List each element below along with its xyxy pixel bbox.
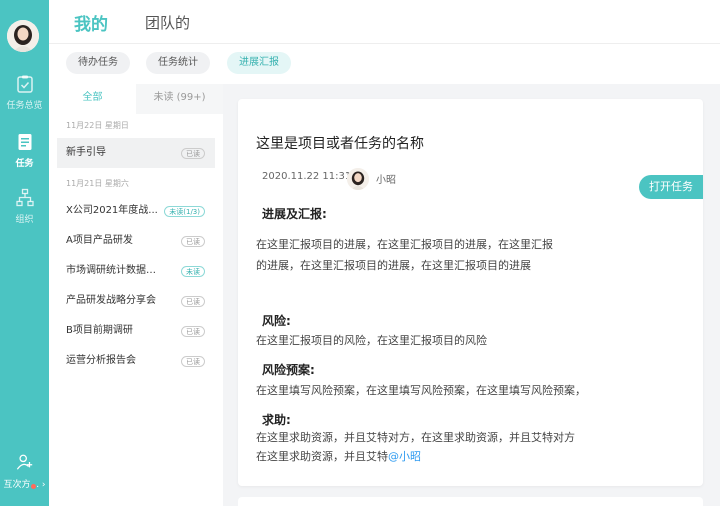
list-filter-tabs: 全部 未读 (99+) <box>49 84 223 114</box>
notification-dot <box>31 484 36 489</box>
progress-line: 的进展，在这里汇报项目的进展，在这里汇报项目的进展 <box>256 259 531 272</box>
nav-item-label: 组织 <box>15 215 34 225</box>
list-item[interactable]: X公司2021年度战... 未读(1/3) <box>49 196 223 226</box>
risk-heading: 风险: <box>262 314 291 328</box>
list-item[interactable]: 市场调研统计数据分析... 未读 <box>49 256 223 286</box>
help-text: 在这里求助资源，并且艾特对方，在这里求助资源，并且艾特对方 在这里求助资源，并且… <box>256 428 676 466</box>
list-item-title: 市场调研统计数据分析... <box>66 265 158 276</box>
subtab-statistics[interactable]: 任务统计 <box>146 52 210 74</box>
avatar-portrait-icon <box>7 20 39 52</box>
list-item[interactable]: A项目产品研发 已读 <box>49 226 223 256</box>
progress-heading: 进展及汇报: <box>262 207 327 221</box>
help-line: 在这里求助资源，并且艾特 <box>256 450 388 463</box>
sub-tab-bar: 待办任务 任务统计 进展汇报 <box>49 44 720 84</box>
list-item-title: B项目前期调研 <box>66 325 133 336</box>
list-item-title: 运营分析报告会 <box>66 355 136 366</box>
list-item[interactable]: 产品研发战略分享会 已读 <box>49 286 223 316</box>
risk-text: 在这里汇报项目的风险，在这里汇报项目的风险 <box>256 334 487 347</box>
nav-item-label: 任务总览 <box>6 101 43 111</box>
list-item[interactable]: 运营分析报告会 已读 <box>49 346 223 376</box>
nav-item-organization[interactable]: 组织 <box>0 188 49 225</box>
user-avatar[interactable] <box>7 20 39 52</box>
date-group-header: 11月21日 星期六 <box>66 179 129 188</box>
list-item[interactable]: B项目前期调研 已读 <box>49 316 223 346</box>
report-datetime: 2020.11.22 11:31 <box>262 171 352 182</box>
list-item[interactable]: 新手引导 已读 <box>57 138 215 168</box>
report-list-panel: 全部 未读 (99+) 11月22日 星期日 新手引导 已读 11月21日 星期… <box>49 84 223 506</box>
open-task-button[interactable]: 打开任务 <box>639 175 703 199</box>
help-line: 在这里求助资源，并且艾特对方，在这里求助资源，并且艾特对方 <box>256 431 575 444</box>
report-author: 小昭 <box>376 175 396 186</box>
list-item-title: A项目产品研发 <box>66 235 133 246</box>
tab-team[interactable]: 团队的 <box>145 12 190 33</box>
left-nav-rail: 任务总览 任务 组织 互次方... › <box>0 0 49 506</box>
nav-item-tasks[interactable]: 任务 <box>0 132 49 169</box>
progress-text: 在这里汇报项目的进展，在这里汇报项目的进展，在这里汇报 的进展，在这里汇报项目的… <box>256 234 676 276</box>
date-group-header: 11月22日 星期日 <box>66 121 129 130</box>
avatar-portrait-icon <box>347 168 369 190</box>
read-status-badge: 已读 <box>181 148 205 159</box>
clipboard-check-icon <box>16 75 33 93</box>
list-item-title: X公司2021年度战... <box>66 205 158 216</box>
report-title: 这里是项目或者任务的名称 <box>256 136 424 152</box>
add-user-icon <box>16 454 32 470</box>
report-detail-card: 这里是项目或者任务的名称 2020.11.22 11:31 小昭 进展及汇报: … <box>238 99 703 486</box>
filter-tab-all[interactable]: 全部 <box>49 84 136 114</box>
help-heading: 求助: <box>262 413 291 427</box>
author-avatar[interactable] <box>347 168 369 190</box>
chevron-right-icon: › <box>39 480 46 490</box>
org-chart-icon <box>15 188 34 207</box>
list-item-title: 产品研发战略分享会 <box>66 295 156 306</box>
subtab-todo[interactable]: 待办任务 <box>66 52 130 74</box>
risk-plan-heading: 风险预案: <box>262 363 315 377</box>
help-line-2: 在这里求助资源，并且艾特@小昭 <box>256 447 676 466</box>
mention-link[interactable]: @小昭 <box>388 450 421 463</box>
progress-line: 在这里汇报项目的进展，在这里汇报项目的进展，在这里汇报 <box>256 238 553 251</box>
top-header: 我的 团队的 <box>49 0 720 44</box>
risk-plan-text: 在这里填写风险预案，在这里填写风险预案，在这里填写风险预案， <box>256 384 586 397</box>
read-status-badge: 已读 <box>181 236 205 247</box>
read-status-badge: 未读 <box>181 266 205 277</box>
nav-item-task-overview[interactable]: 任务总览 <box>0 74 49 111</box>
subtab-progress-report[interactable]: 进展汇报 <box>227 52 291 74</box>
list-item-title: 新手引导 <box>66 147 106 158</box>
read-status-badge: 已读 <box>181 356 205 367</box>
filter-tab-unread[interactable]: 未读 (99+) <box>136 84 223 114</box>
read-status-badge: 未读(1/3) <box>164 206 205 217</box>
document-icon <box>18 134 31 150</box>
nav-workspace-switcher[interactable]: 互次方... › <box>0 453 49 490</box>
read-status-badge: 已读 <box>181 326 205 337</box>
next-report-card <box>238 497 703 506</box>
read-status-badge: 已读 <box>181 296 205 307</box>
tab-mine[interactable]: 我的 <box>74 10 108 35</box>
nav-item-label: 任务 <box>15 159 34 169</box>
